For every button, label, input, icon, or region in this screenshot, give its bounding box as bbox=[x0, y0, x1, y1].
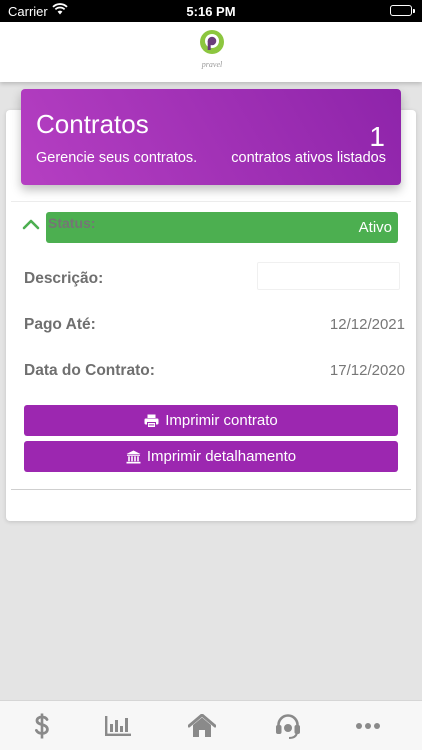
page-title: Contratos bbox=[36, 109, 149, 139]
headset-icon bbox=[276, 714, 300, 739]
print-detail-label: Imprimir detalhamento bbox=[146, 448, 297, 465]
print-contract-button[interactable]: Imprimir contrato bbox=[24, 405, 398, 436]
panel-divider-bottom bbox=[11, 489, 411, 490]
status-badge[interactable]: Status: Ativo bbox=[46, 212, 398, 243]
description-label: Descrição: bbox=[24, 270, 104, 287]
description-field[interactable] bbox=[257, 262, 400, 290]
bottom-tab-bar bbox=[0, 700, 422, 750]
bar-chart-icon bbox=[105, 716, 131, 736]
tab-mais[interactable] bbox=[326, 701, 410, 750]
status-label: Status: bbox=[48, 215, 96, 231]
clock-time: 5:16 PM bbox=[186, 4, 236, 19]
battery-icon bbox=[390, 5, 415, 16]
tab-relatorios[interactable] bbox=[76, 701, 160, 750]
app-header: pravel bbox=[0, 22, 422, 82]
logo-text: pravel bbox=[201, 60, 223, 69]
ios-status-bar: Carrier 5:16 PM bbox=[0, 0, 422, 22]
tab-financeiro[interactable] bbox=[0, 701, 84, 750]
tab-suporte[interactable] bbox=[246, 701, 330, 750]
chevron-up-icon[interactable] bbox=[22, 218, 40, 230]
active-contracts-label: contratos ativos listados bbox=[231, 150, 386, 166]
page-subtitle: Gerencie seus contratos. bbox=[36, 150, 198, 166]
print-detail-button[interactable]: Imprimir detalhamento bbox=[24, 441, 398, 472]
bank-icon bbox=[126, 450, 141, 463]
printer-icon bbox=[144, 414, 159, 428]
contract-date-label: Data do Contrato: bbox=[24, 362, 155, 379]
print-contract-label: Imprimir contrato bbox=[165, 412, 278, 429]
dollar-icon bbox=[35, 713, 49, 739]
active-contracts-count: 1 bbox=[369, 121, 385, 152]
panel-divider-top bbox=[11, 201, 411, 202]
paid-until-value: 12/12/2021 bbox=[329, 316, 405, 333]
home-icon bbox=[188, 714, 216, 737]
more-icon bbox=[356, 723, 380, 729]
status-value: Ativo bbox=[358, 219, 392, 236]
tab-inicio[interactable] bbox=[160, 701, 244, 750]
app-logo: pravel bbox=[200, 30, 224, 69]
paid-until-label: Pago Até: bbox=[24, 316, 96, 333]
contracts-hero: Contratos Gerencie seus contratos. 1 con… bbox=[21, 89, 401, 185]
contract-date-value: 17/12/2020 bbox=[329, 362, 405, 379]
